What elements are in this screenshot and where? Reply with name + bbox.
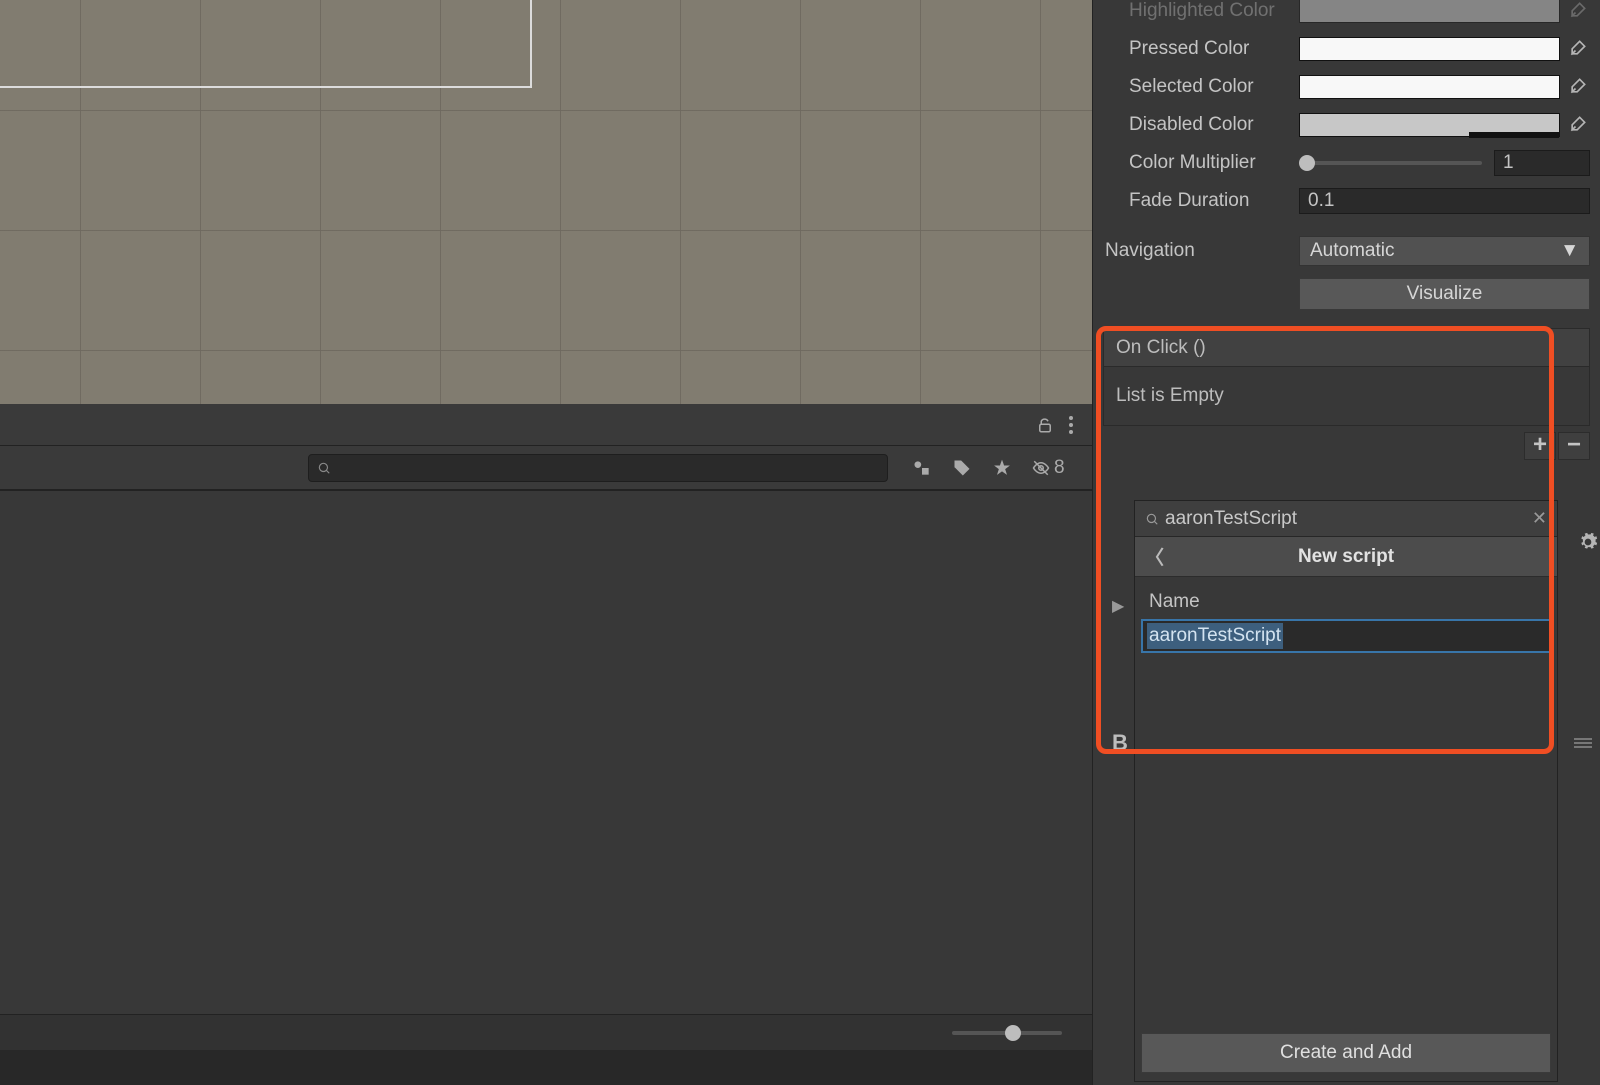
clear-search-icon[interactable]: ✕ (1532, 508, 1547, 529)
kebab-icon[interactable] (1068, 415, 1074, 435)
popup-title-bar: 〈 New script (1135, 537, 1557, 577)
color-multiplier-slider[interactable] (1299, 161, 1482, 165)
eyedropper-icon[interactable] (1568, 0, 1590, 22)
project-panel: 8 (0, 404, 1092, 1085)
filter-by-label-icon[interactable] (944, 453, 980, 483)
chevron-down-icon: ▼ (1560, 240, 1579, 262)
back-icon[interactable]: 〈 (1145, 543, 1164, 570)
drag-handle-icon[interactable] (1574, 736, 1592, 750)
pressed-color-label: Pressed Color (1129, 38, 1299, 60)
foldout-arrow-icon[interactable]: ▶ (1112, 596, 1124, 616)
navigation-dropdown[interactable]: Automatic ▼ (1299, 236, 1590, 266)
visualize-button[interactable]: Visualize (1299, 278, 1590, 310)
gear-icon[interactable] (1578, 532, 1598, 552)
eyedropper-icon[interactable] (1568, 38, 1590, 60)
hidden-count-value: 8 (1054, 457, 1065, 479)
disabled-color-row: Disabled Color (1093, 106, 1600, 144)
stray-letter: B (1112, 730, 1128, 756)
lock-icon[interactable] (1036, 416, 1054, 434)
panel-top-bar (0, 404, 1092, 446)
selected-color-swatch[interactable] (1299, 75, 1560, 99)
fade-duration-label: Fade Duration (1129, 190, 1299, 212)
color-multiplier-value[interactable]: 1 (1494, 150, 1590, 176)
highlighted-color-swatch[interactable] (1299, 0, 1560, 23)
highlighted-color-label: Highlighted Color (1129, 0, 1299, 22)
popup-body: Name aaronTestScript Create and Add (1135, 577, 1557, 1073)
popup-search-input[interactable] (1165, 508, 1526, 530)
add-event-button[interactable]: + (1524, 432, 1556, 460)
scene-view[interactable] (0, 0, 1092, 404)
fade-duration-row: Fade Duration 0.1 (1093, 182, 1600, 220)
filter-by-type-icon[interactable] (904, 453, 940, 483)
pressed-color-swatch[interactable] (1299, 37, 1560, 61)
project-content-area[interactable] (0, 490, 1092, 1050)
navigation-value: Automatic (1310, 240, 1394, 262)
slider-thumb[interactable] (1005, 1025, 1021, 1041)
favorite-icon[interactable] (984, 453, 1020, 483)
hidden-count[interactable]: 8 (1024, 457, 1071, 479)
pressed-color-row: Highlighted Color (1093, 0, 1600, 30)
color-multiplier-row: Color Multiplier 1 (1093, 144, 1600, 182)
disabled-color-swatch[interactable] (1299, 113, 1560, 137)
navigation-row: Navigation Automatic ▼ (1093, 230, 1600, 272)
selection-outline (0, 0, 532, 88)
create-and-add-button[interactable]: Create and Add (1141, 1033, 1551, 1073)
popup-search-row: ✕ (1135, 501, 1557, 537)
add-component-popup: ✕ 〈 New script Name aaronTestScript Crea… (1134, 500, 1558, 1082)
eye-off-icon (1030, 459, 1052, 477)
bottom-status-bar (0, 1014, 1092, 1050)
panel-toolbar: 8 (0, 446, 1092, 490)
project-search-input[interactable] (308, 454, 888, 482)
popup-title-text: New script (1298, 546, 1394, 568)
search-icon (317, 461, 331, 475)
pressed-color-row: Pressed Color (1093, 30, 1600, 68)
navigation-label: Navigation (1105, 240, 1299, 262)
disabled-color-label: Disabled Color (1129, 114, 1299, 136)
onclick-section: On Click () List is Empty (1103, 328, 1590, 426)
script-name-label: Name (1135, 587, 1557, 619)
eyedropper-icon[interactable] (1568, 114, 1590, 136)
color-multiplier-label: Color Multiplier (1129, 152, 1299, 174)
onclick-empty-text: List is Empty (1104, 367, 1589, 425)
search-icon (1145, 512, 1159, 526)
eyedropper-icon[interactable] (1568, 76, 1590, 98)
remove-event-button[interactable]: − (1558, 432, 1590, 460)
selected-color-label: Selected Color (1129, 76, 1299, 98)
script-name-input[interactable]: aaronTestScript (1141, 619, 1551, 653)
onclick-header: On Click () (1104, 329, 1589, 367)
slider-thumb[interactable] (1299, 155, 1315, 171)
fade-duration-value[interactable]: 0.1 (1299, 188, 1590, 214)
thumbnail-size-slider[interactable] (952, 1031, 1062, 1035)
onclick-plus-minus: + − (1103, 426, 1590, 466)
script-name-value: aaronTestScript (1147, 623, 1283, 649)
selected-color-row: Selected Color (1093, 68, 1600, 106)
